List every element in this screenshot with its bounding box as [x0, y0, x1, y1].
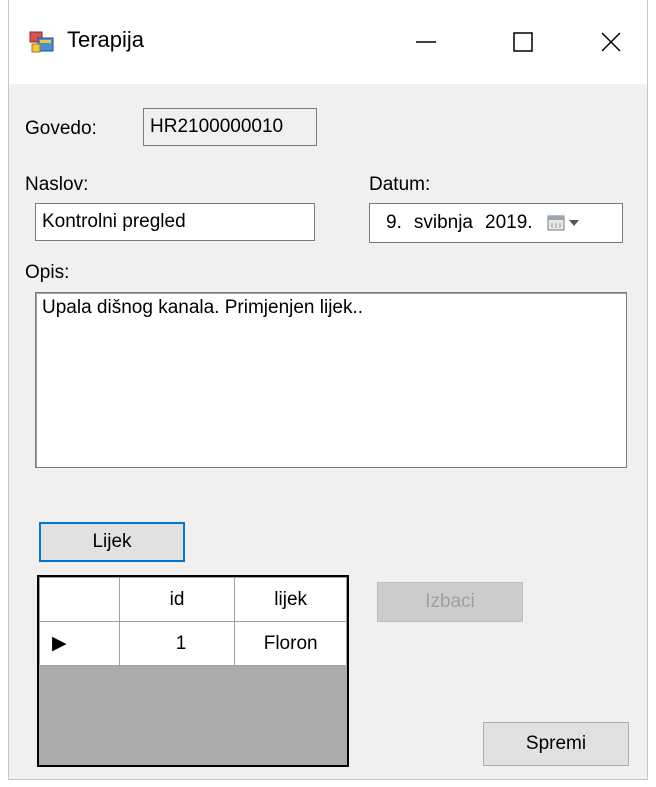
datum-month[interactable]: svibnja — [414, 212, 473, 234]
grid-header-lijek[interactable]: lijek — [234, 577, 347, 622]
govedo-field: HR2100000010 — [143, 108, 317, 146]
title-bar[interactable]: Terapija — [9, 0, 647, 84]
maximize-button[interactable] — [493, 20, 553, 64]
naslov-label: Naslov: — [25, 174, 89, 195]
grid-header-row: id lijek — [39, 577, 347, 622]
datum-day[interactable]: 9. — [386, 212, 402, 234]
opis-label: Opis: — [25, 262, 70, 283]
calendar-dropdown-icon[interactable] — [547, 214, 583, 232]
lijekovi-grid[interactable]: id lijek ▶ 1 Floron — [37, 575, 349, 767]
govedo-label: Govedo: — [25, 118, 97, 139]
close-icon — [601, 32, 621, 52]
row-indicator[interactable]: ▶ — [39, 621, 120, 666]
izbaci-button[interactable]: Izbaci — [377, 582, 523, 622]
grid-header-corner[interactable] — [39, 577, 120, 622]
table-row[interactable]: ▶ 1 Floron — [39, 621, 347, 666]
opis-value: Upala dišnog kanala. Primjenjen lijek.. — [42, 297, 364, 318]
terapija-window: Terapija Govedo: HR2100000010 Naslov: Ko… — [8, 0, 648, 780]
datum-year[interactable]: 2019. — [485, 212, 533, 234]
lijek-button[interactable]: Lijek — [39, 522, 185, 562]
naslov-input[interactable]: Kontrolni pregled — [35, 203, 315, 241]
maximize-icon — [513, 32, 533, 52]
govedo-value: HR2100000010 — [150, 116, 284, 137]
naslov-value: Kontrolni pregled — [42, 211, 186, 232]
grid-header-id[interactable]: id — [118, 577, 236, 622]
window-title: Terapija — [67, 27, 145, 52]
row-lijek-cell[interactable]: Floron — [234, 621, 347, 666]
close-button[interactable] — [581, 20, 641, 64]
app-form-icon — [29, 29, 55, 55]
minimize-button[interactable] — [396, 20, 456, 64]
spremi-button[interactable]: Spremi — [483, 722, 629, 766]
minimize-icon — [416, 41, 436, 43]
datum-picker[interactable]: 9. svibnja 2019. — [369, 203, 623, 243]
row-id-cell[interactable]: 1 — [118, 621, 236, 666]
datum-label: Datum: — [369, 174, 431, 195]
opis-textarea[interactable]: Upala dišnog kanala. Primjenjen lijek.. — [35, 292, 627, 468]
